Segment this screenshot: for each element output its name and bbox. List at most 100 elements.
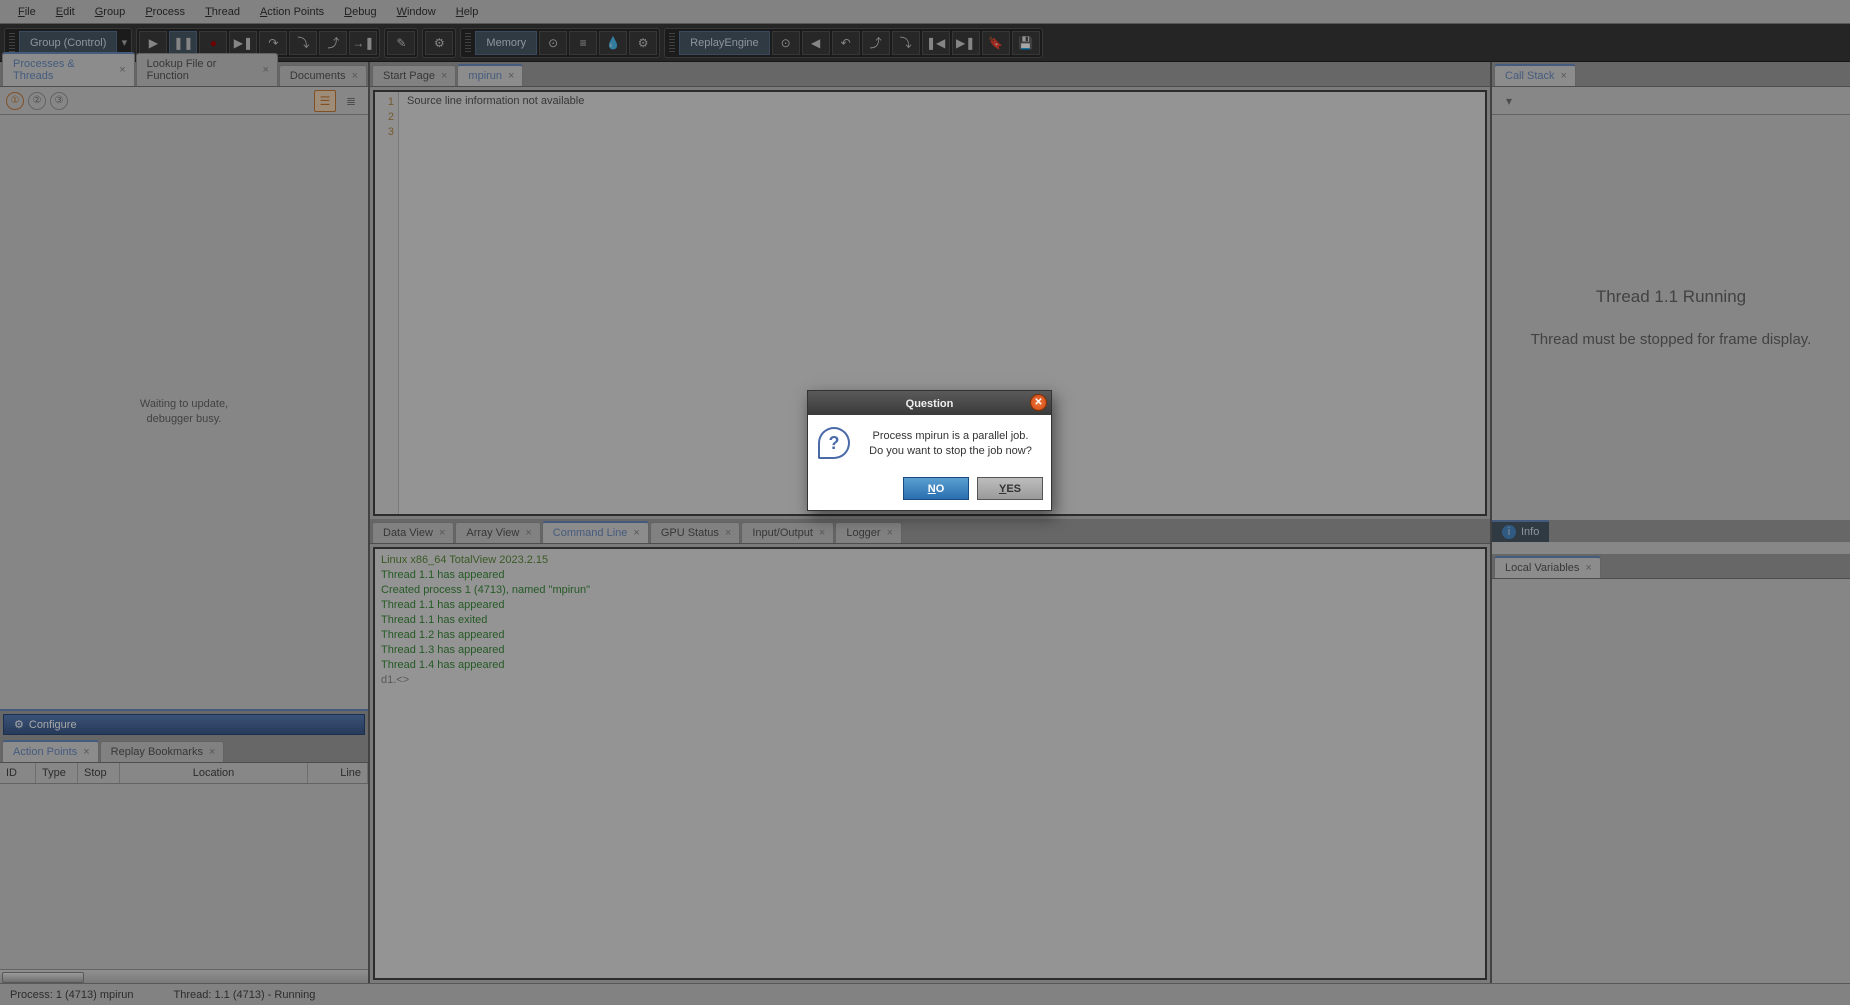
next-button[interactable]: ▶❚	[229, 31, 257, 55]
tab-replay-bookmarks[interactable]: Replay Bookmarks×	[100, 741, 225, 762]
grip-icon	[465, 33, 471, 53]
close-icon[interactable]: ×	[1585, 562, 1591, 574]
tab-data-view[interactable]: Data View×	[372, 522, 454, 543]
replay-save-button[interactable]: 💾	[1012, 31, 1040, 55]
dropdown-icon[interactable]: ▾	[119, 36, 129, 49]
step-button[interactable]: ↷	[259, 31, 287, 55]
tab-command-line[interactable]: Command Line×	[542, 521, 649, 543]
menu-debug[interactable]: Debug	[334, 3, 386, 21]
close-icon[interactable]: ×	[819, 527, 825, 539]
filter-icon[interactable]: ▾	[1498, 90, 1520, 112]
replay-step-back-button[interactable]: ↶	[832, 31, 860, 55]
replay-step-out-button[interactable]: ⤴	[862, 31, 890, 55]
tab-local-variables[interactable]: Local Variables×	[1494, 556, 1601, 578]
memory-button[interactable]: Memory	[475, 31, 537, 55]
menu-thread[interactable]: Thread	[195, 3, 250, 21]
tab-gpu-status[interactable]: GPU Status×	[650, 522, 741, 543]
tab-logger[interactable]: Logger×	[835, 522, 902, 543]
replay-record-button[interactable]: ⊙	[772, 31, 800, 55]
thread-hint-line: Thread must be stopped for frame display…	[1531, 329, 1812, 350]
memory-layers-button[interactable]: ≡	[569, 31, 597, 55]
memory-leak-button[interactable]: 💧	[599, 31, 627, 55]
run-to-button[interactable]: →❚	[349, 31, 377, 55]
tree-view-icon[interactable]: ☰	[314, 90, 336, 112]
close-icon[interactable]: ×	[887, 527, 893, 539]
close-icon[interactable]: ×	[633, 527, 639, 539]
menu-window[interactable]: Window	[387, 3, 446, 21]
close-icon[interactable]: ×	[352, 70, 358, 82]
line-num: 3	[379, 125, 394, 140]
close-icon[interactable]: ×	[441, 70, 447, 82]
step-out-button[interactable]: ⤴	[319, 31, 347, 55]
close-icon[interactable]: ×	[119, 64, 125, 76]
col-id[interactable]: ID	[0, 763, 36, 783]
info-icon: i	[1502, 525, 1516, 539]
toolbar-group-settings: ⚙	[422, 28, 456, 58]
replay-back-button[interactable]: ◀	[802, 31, 830, 55]
replay-goto-end-button[interactable]: ▶❚	[952, 31, 980, 55]
menu-file[interactable]: File	[8, 3, 46, 21]
tab-array-view[interactable]: Array View×	[455, 522, 540, 543]
memory-target-button[interactable]: ⊙	[539, 31, 567, 55]
settings-button[interactable]: ⚙	[425, 31, 453, 55]
source-text: Source line information not available	[399, 92, 592, 514]
menu-process[interactable]: Process	[135, 3, 195, 21]
menu-help[interactable]: Help	[446, 3, 489, 21]
dialog-message: Process mpirun is a parallel job. Do you…	[860, 427, 1041, 459]
level2-icon[interactable]: ②	[28, 92, 46, 110]
scope-selector[interactable]: Group (Control)	[19, 31, 117, 55]
step-in-button[interactable]: ⤵	[289, 31, 317, 55]
replay-button[interactable]: ReplayEngine	[679, 31, 770, 55]
cmd-line: Thread 1.2 has appeared	[381, 628, 1479, 643]
close-icon[interactable]: ×	[83, 746, 89, 758]
tab-action-points[interactable]: Action Points×	[2, 740, 99, 762]
locals-content	[1492, 579, 1850, 984]
configure-button[interactable]: Configure	[3, 714, 365, 735]
tab-lookup[interactable]: Lookup File or Function×	[136, 53, 278, 86]
no-button[interactable]: NO	[903, 477, 969, 500]
pencil-button[interactable]: ✎	[387, 31, 415, 55]
horizontal-scrollbar[interactable]	[0, 969, 368, 983]
memory-gear-button[interactable]: ⚙	[629, 31, 657, 55]
callstack-content: Thread 1.1 Running Thread must be stoppe…	[1492, 115, 1850, 520]
command-line-content[interactable]: Linux x86_64 TotalView 2023.2.15Thread 1…	[373, 547, 1487, 981]
col-type[interactable]: Type	[36, 763, 78, 783]
left-tabstrip: Processes & Threads× Lookup File or Func…	[0, 62, 368, 87]
level3-icon[interactable]: ③	[50, 92, 68, 110]
close-icon[interactable]: ×	[262, 64, 268, 76]
tab-documents[interactable]: Documents×	[279, 65, 367, 86]
replay-goto-start-button[interactable]: ❚◀	[922, 31, 950, 55]
col-stop[interactable]: Stop	[78, 763, 120, 783]
cmd-line: Thread 1.1 has appeared	[381, 568, 1479, 583]
close-icon[interactable]: ×	[439, 527, 445, 539]
info-tab[interactable]: iInfo	[1492, 520, 1549, 542]
col-location[interactable]: Location	[120, 763, 308, 783]
col-line[interactable]: Line	[308, 763, 368, 783]
menu-group[interactable]: Group	[85, 3, 136, 21]
replay-step-in-button[interactable]: ⤵	[892, 31, 920, 55]
tab-start-page[interactable]: Start Page×	[372, 65, 456, 86]
list-view-icon[interactable]: ≣	[340, 90, 362, 112]
close-icon[interactable]: ×	[209, 746, 215, 758]
tab-processes-threads[interactable]: Processes & Threads×	[2, 52, 135, 86]
tab-call-stack[interactable]: Call Stack×	[1494, 64, 1576, 86]
level1-icon[interactable]: ①	[6, 92, 24, 110]
dialog-close-button[interactable]: ✕	[1030, 394, 1047, 411]
record-button[interactable]: ●	[199, 31, 227, 55]
close-icon[interactable]: ×	[508, 70, 514, 82]
close-icon[interactable]: ×	[525, 527, 531, 539]
menu-action-points[interactable]: Action Points	[250, 3, 334, 21]
menu-edit[interactable]: Edit	[46, 3, 85, 21]
tab-mpirun[interactable]: mpirun×	[457, 64, 523, 86]
tab-input-output[interactable]: Input/Output×	[741, 522, 834, 543]
toolbar-group-replay: ReplayEngine ⊙ ◀ ↶ ⤴ ⤵ ❚◀ ▶❚ 🔖 💾	[664, 28, 1043, 58]
info-bar: iInfo	[1492, 520, 1850, 542]
close-icon[interactable]: ×	[725, 527, 731, 539]
halt-button[interactable]: ❚❚	[169, 31, 197, 55]
go-button[interactable]: ▶	[139, 31, 167, 55]
close-icon[interactable]: ×	[1561, 70, 1567, 82]
waiting-line2: debugger busy.	[146, 413, 221, 425]
replay-bookmark-button[interactable]: 🔖	[982, 31, 1010, 55]
statusbar: Process: 1 (4713) mpirun Thread: 1.1 (47…	[0, 983, 1850, 1005]
yes-button[interactable]: YES	[977, 477, 1043, 500]
